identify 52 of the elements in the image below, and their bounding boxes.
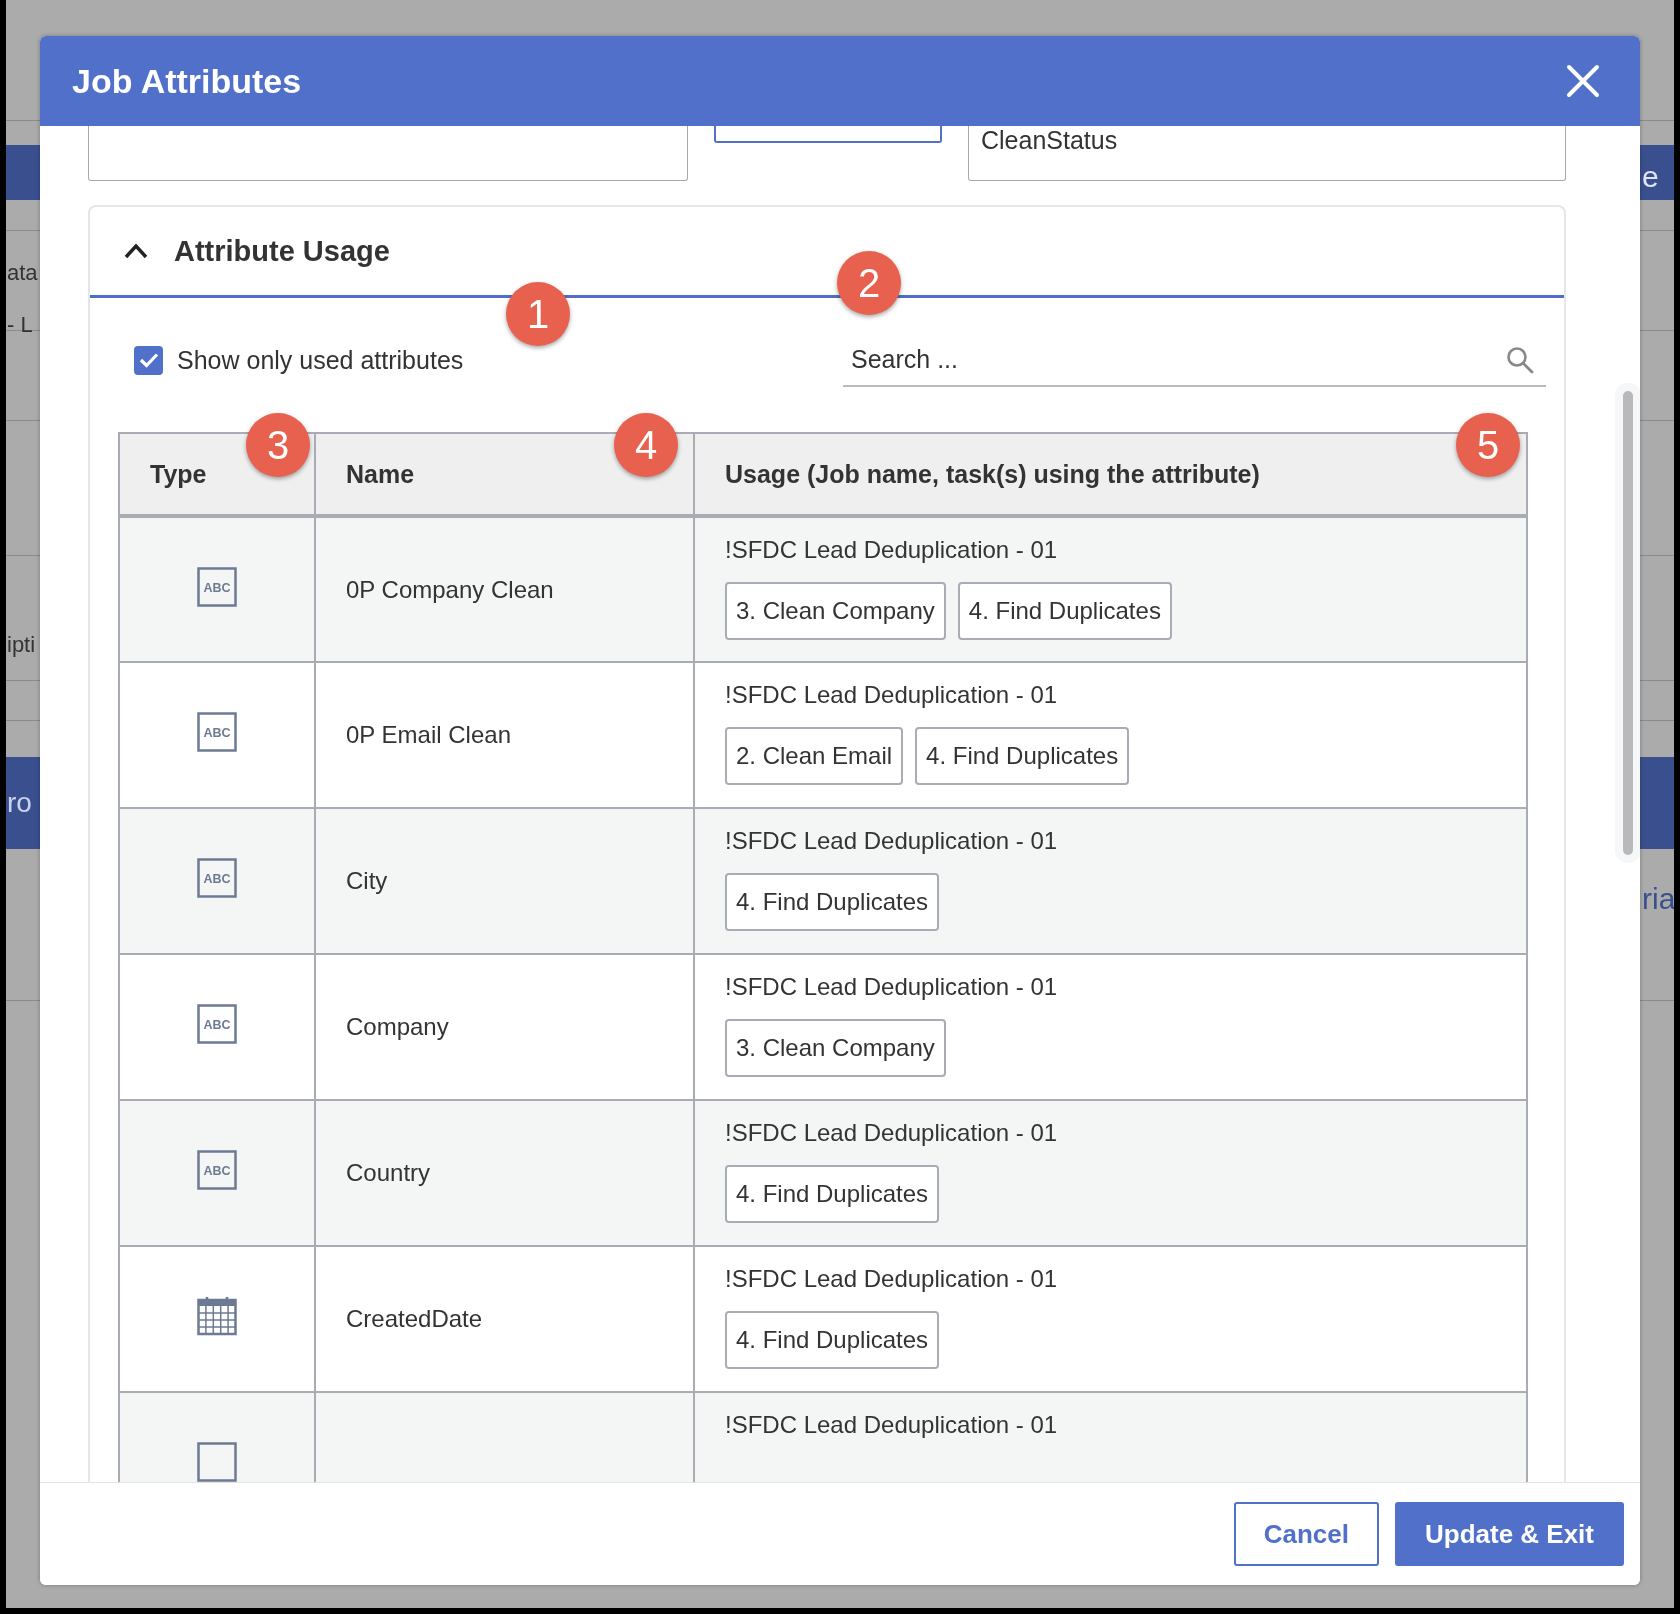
dialog-title: Job Attributes xyxy=(72,61,302,101)
section-title: Attribute Usage xyxy=(174,234,390,268)
text-type-icon: ABC xyxy=(197,566,237,607)
checkmark-icon xyxy=(138,352,159,368)
background-text: ro xyxy=(7,787,32,819)
task-chip[interactable]: 2. Clean Email xyxy=(725,727,904,785)
checkbox[interactable] xyxy=(134,345,163,375)
background-text: ipti xyxy=(7,632,36,658)
checkbox-label[interactable]: Show only used attributes xyxy=(177,345,464,375)
close-icon[interactable] xyxy=(1566,64,1600,98)
text-type-icon: ABC xyxy=(197,1150,237,1190)
annotation-marker: 2 xyxy=(837,251,901,315)
task-chip[interactable]: 3. Clean Company xyxy=(725,582,946,640)
background-text: - L xyxy=(7,312,33,338)
background-text: ata xyxy=(7,260,38,286)
job-name: !SFDC Lead Deduplication - 01 xyxy=(725,536,1058,564)
attribute-name: 0P Company Clean xyxy=(346,575,554,603)
attribute-name: City xyxy=(346,867,388,894)
task-chip[interactable]: 4. Find Duplicates xyxy=(725,873,940,931)
search-icon[interactable] xyxy=(1506,346,1534,374)
text-type-icon xyxy=(197,1442,237,1482)
text-type-icon: ABC xyxy=(197,858,237,898)
cancel-button[interactable]: Cancel xyxy=(1233,1502,1379,1566)
task-chip[interactable]: 4. Find Duplicates xyxy=(915,727,1130,785)
task-chip[interactable]: 4. Find Duplicates xyxy=(957,582,1172,640)
attribute-name: CreatedDate xyxy=(346,1305,483,1332)
job-name: !SFDC Lead Deduplication - 01 xyxy=(725,1411,1058,1439)
text-field[interactable] xyxy=(88,126,688,181)
annotation-marker: 3 xyxy=(246,413,310,477)
search-field[interactable]: Search ... xyxy=(843,333,1546,387)
attribute-name: Country xyxy=(346,1159,431,1186)
text-type-icon: ABC xyxy=(197,712,237,752)
job-name: !SFDC Lead Deduplication - 01 xyxy=(725,681,1058,709)
update-button[interactable]: Update & Exit xyxy=(1394,1502,1624,1566)
attribute-name: 0P Email Clean xyxy=(346,721,511,748)
chevron-icon[interactable] xyxy=(124,243,148,259)
task-chip[interactable]: 4. Find Duplicates xyxy=(725,1165,940,1223)
attribute-name: Company xyxy=(346,1013,449,1040)
text-type-icon: ABC xyxy=(197,1004,237,1044)
job-name: !SFDC Lead Deduplication - 01 xyxy=(725,827,1058,855)
job-name: !SFDC Lead Deduplication - 01 xyxy=(725,1265,1058,1293)
annotation-marker: 5 xyxy=(1456,413,1520,477)
job-name: !SFDC Lead Deduplication - 01 xyxy=(725,1119,1058,1147)
calendar-icon xyxy=(197,1296,237,1336)
list-box[interactable]: CleanStatus xyxy=(968,126,1566,181)
task-chip[interactable]: 4. Find Duplicates xyxy=(725,1311,940,1369)
list-item[interactable]: CleanStatus xyxy=(969,126,1565,154)
annotation-marker: 4 xyxy=(614,413,678,477)
annotation-marker: 1 xyxy=(506,282,570,346)
background-text: e xyxy=(1642,160,1659,194)
job-name: !SFDC Lead Deduplication - 01 xyxy=(725,973,1058,1001)
task-chip[interactable]: 3. Clean Company xyxy=(725,1019,946,1077)
